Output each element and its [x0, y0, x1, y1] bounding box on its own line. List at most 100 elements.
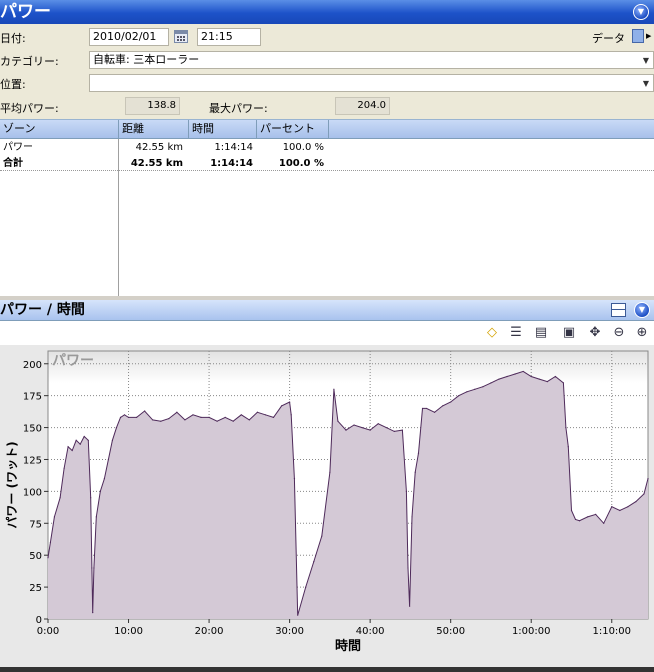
- cell-zone: パワー: [3, 142, 33, 153]
- data-calculator-icon[interactable]: [632, 29, 644, 43]
- total-distance: 42.55 km: [130, 158, 183, 169]
- power-point: [329, 471, 331, 473]
- power-point: [421, 407, 424, 410]
- chart-area: 0 25 50 75 100 125 150 175 200 0:00 10:00 20:00 30:0…: [0, 345, 654, 667]
- x-tick-label: 1:10:00: [592, 626, 631, 637]
- power-point: [208, 416, 210, 418]
- category-select[interactable]: 自転車: 三本ローラー ▼: [89, 51, 654, 69]
- power-point: [67, 446, 69, 448]
- zoom-in-icon[interactable]: ⊕: [633, 324, 651, 342]
- zoom-out-icon[interactable]: ⊖: [610, 324, 628, 342]
- collapse-icon[interactable]: ▼: [633, 4, 649, 20]
- x-tick-label: 20:00: [195, 626, 224, 637]
- column-header-time[interactable]: 時間: [189, 120, 257, 138]
- power-point: [144, 410, 146, 412]
- power-point: [75, 439, 77, 441]
- power-point: [554, 375, 556, 378]
- table-total-row[interactable]: 合計 42.55 km 1:14:14 100.0 %: [0, 156, 654, 171]
- max-power-label: 最大パワー:: [209, 102, 268, 115]
- power-point: [103, 478, 105, 480]
- power-point: [63, 467, 65, 470]
- cell-distance: 42.55 km: [135, 142, 183, 153]
- time-field[interactable]: 21:15: [197, 28, 261, 46]
- data-label[interactable]: データ: [592, 30, 625, 46]
- cell-percent: 100.0 %: [282, 142, 324, 153]
- layout-icon[interactable]: [611, 303, 626, 317]
- column-header-distance[interactable]: 距離: [119, 120, 189, 138]
- table-view-icon[interactable]: ☰: [507, 324, 525, 342]
- power-point: [565, 426, 567, 429]
- power-point: [530, 375, 532, 378]
- power-point: [353, 424, 355, 426]
- graph-settings-icon[interactable]: ▤: [532, 324, 550, 342]
- fit-icon[interactable]: ✥: [586, 324, 604, 342]
- power-point: [643, 493, 645, 495]
- power-point: [538, 378, 540, 380]
- x-tick-label: 0:00: [37, 626, 59, 637]
- chart-watermark: パワー: [52, 353, 94, 369]
- power-point: [232, 420, 234, 422]
- power-point: [248, 419, 250, 421]
- table-row[interactable]: パワー 42.55 km 1:14:14 100.0 %: [0, 140, 654, 155]
- power-point: [93, 567, 95, 569]
- power-point: [369, 429, 371, 431]
- x-tick-label: 30:00: [275, 626, 304, 637]
- power-point: [127, 416, 130, 418]
- power-point: [59, 497, 61, 499]
- power-point: [466, 391, 468, 393]
- power-time-chart[interactable]: 0 25 50 75 100 125 150 175 200 0:00 10:00 20:00 30:0…: [0, 345, 654, 667]
- chart-toolbar: ◇ ☰ ▤ ▣ ✥ ⊖ ⊕: [0, 321, 654, 345]
- cell-time: 1:14:14: [214, 142, 253, 153]
- x-tick-label: 1:00:00: [512, 626, 551, 637]
- save-icon[interactable]: ▣: [560, 324, 578, 342]
- power-point: [635, 500, 637, 503]
- location-select[interactable]: ▼: [89, 74, 654, 92]
- calendar-icon[interactable]: [174, 30, 188, 43]
- power-point: [321, 535, 323, 537]
- power-point: [414, 471, 416, 473]
- power-point: [514, 373, 516, 375]
- power-point: [401, 429, 403, 431]
- category-dropdown-icon[interactable]: ▼: [639, 52, 653, 70]
- y-tick-label: 125: [23, 455, 42, 466]
- power-point: [425, 407, 428, 410]
- power-point: [200, 416, 202, 418]
- power-point: [111, 439, 114, 441]
- power-point: [87, 439, 89, 441]
- y-axis-label: パワー (ワット): [5, 441, 19, 528]
- location-dropdown-icon[interactable]: ▼: [639, 75, 653, 93]
- date-label: 日付:: [0, 32, 26, 45]
- power-point: [47, 557, 49, 559]
- power-point: [289, 401, 291, 403]
- chart-panel-header: パワー / 時間 ▼: [0, 300, 654, 321]
- power-point: [586, 516, 589, 518]
- y-tick-label: 25: [29, 583, 42, 594]
- chart-panel-title: パワー / 時間: [0, 302, 85, 318]
- column-header-percent[interactable]: パーセント: [257, 120, 329, 138]
- location-label: 位置:: [0, 78, 26, 91]
- marker-icon[interactable]: ◇: [483, 324, 501, 342]
- power-point: [574, 518, 577, 521]
- category-label: カテゴリー:: [0, 55, 59, 68]
- data-dropdown-icon[interactable]: ▶: [646, 32, 651, 40]
- column-header-zone[interactable]: ゾーン: [0, 120, 119, 138]
- power-point: [562, 382, 565, 384]
- chart-collapse-icon[interactable]: ▼: [634, 302, 650, 318]
- x-tick-label: 10:00: [114, 626, 143, 637]
- power-point: [361, 426, 363, 429]
- power-point: [407, 567, 409, 569]
- total-time: 1:14:14: [210, 158, 253, 169]
- power-point: [192, 414, 194, 416]
- power-point: [313, 560, 315, 563]
- power-point: [107, 458, 110, 461]
- table-header: ゾーン 距離 時間 パーセント: [0, 120, 654, 139]
- power-point: [458, 395, 460, 397]
- power-point: [135, 416, 138, 418]
- power-point: [409, 605, 411, 607]
- power-point: [411, 516, 413, 518]
- y-tick-label: 150: [23, 424, 42, 435]
- power-point: [224, 416, 226, 418]
- date-field[interactable]: 2010/02/01: [89, 28, 169, 46]
- power-point: [474, 388, 476, 390]
- power-point: [184, 419, 186, 421]
